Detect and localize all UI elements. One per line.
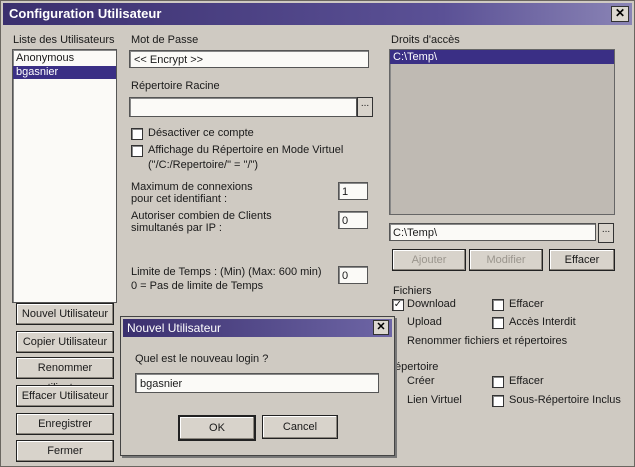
password-field[interactable]: << Encrypt >> xyxy=(129,50,369,68)
close-window-button[interactable]: Fermer xyxy=(16,440,114,462)
disable-account-label: Désactiver ce compte xyxy=(148,127,254,139)
delete-user-button[interactable]: Effacer Utilisateur xyxy=(16,385,114,407)
subdir-checkbox[interactable] xyxy=(492,395,504,407)
root-dir-label: Répertoire Racine xyxy=(131,80,220,92)
clients-per-ip-label: Autoriser combien de Clients simultanés … xyxy=(131,210,272,234)
root-dir-field[interactable] xyxy=(129,97,357,117)
new-user-button[interactable]: Nouvel Utilisateur xyxy=(16,303,114,325)
download-label: Download xyxy=(407,298,456,310)
title-bar: Configuration Utilisateur ✕ xyxy=(3,3,632,25)
files-delete-label: Effacer xyxy=(509,298,544,310)
time-limit-label: Limite de Temps : (Min) (Max: 600 min) 0… xyxy=(131,265,322,293)
max-connections-field[interactable]: 1 xyxy=(338,182,368,200)
files-label: Fichiers xyxy=(393,285,432,297)
upload-label: Upload xyxy=(407,316,442,328)
delete-access-button[interactable]: Effacer xyxy=(549,249,615,271)
clients-per-ip-label-line2: simultanés par IP : xyxy=(131,222,222,234)
new-login-input[interactable]: bgasnier xyxy=(135,373,379,393)
save-button[interactable]: Enregistrer xyxy=(16,413,114,435)
dialog-cancel-button[interactable]: Cancel xyxy=(262,415,338,439)
browse-root-button[interactable]: ... xyxy=(357,97,373,117)
dialog-prompt: Quel est le nouveau login ? xyxy=(135,353,269,365)
virtual-mode-checkbox[interactable] xyxy=(131,145,143,157)
add-access-button[interactable]: Ajouter xyxy=(392,249,466,271)
access-item[interactable]: C:\Temp\ xyxy=(390,50,614,64)
user-item-bgasnier[interactable]: bgasnier xyxy=(13,66,116,79)
dir-delete-label: Effacer xyxy=(509,375,544,387)
clients-per-ip-field[interactable]: 0 xyxy=(338,211,368,229)
rename-user-button[interactable]: Renommer utilisateur xyxy=(16,357,114,394)
virtual-mode-hint: ("/C:/Repertoire/" = "/") xyxy=(148,159,259,171)
copy-user-button[interactable]: Copier Utilisateur xyxy=(16,331,114,353)
time-limit-label-line2: 0 = Pas de limite de Temps xyxy=(131,280,264,292)
dialog-title-bar: Nouvel Utilisateur ✕ xyxy=(123,319,392,337)
max-connections-label: Maximum de connexions pour cet identifia… xyxy=(131,181,253,205)
time-limit-field[interactable]: 0 xyxy=(338,266,368,284)
dir-delete-checkbox[interactable] xyxy=(492,376,504,388)
virtual-mode-label: Affichage du Répertoire en Mode Virtuel xyxy=(148,144,344,156)
disable-account-checkbox[interactable] xyxy=(131,128,143,140)
users-list[interactable]: Anonymous bgasnier xyxy=(12,49,117,303)
browse-access-button[interactable]: ... xyxy=(598,223,614,243)
max-connections-label-line2: pour cet identifiant : xyxy=(131,193,228,205)
access-label: Droits d'accès xyxy=(391,34,460,46)
dialog-ok-button[interactable]: OK xyxy=(178,415,256,441)
access-list[interactable]: C:\Temp\ xyxy=(389,49,615,215)
config-window: Configuration Utilisateur ✕ Liste des Ut… xyxy=(0,0,635,467)
access-path-field[interactable]: C:\Temp\ xyxy=(389,223,596,241)
close-button[interactable]: ✕ xyxy=(611,6,629,22)
window-title: Configuration Utilisateur xyxy=(9,6,162,21)
users-label: Liste des Utilisateurs xyxy=(13,34,115,46)
files-delete-checkbox[interactable] xyxy=(492,299,504,311)
directory-label: épertoire xyxy=(395,361,439,373)
clients-per-ip-label-line1: Autoriser combien de Clients xyxy=(131,210,272,222)
forbidden-label: Accès Interdit xyxy=(509,316,576,328)
time-limit-label-line1: Limite de Temps : (Min) (Max: 600 min) xyxy=(131,266,322,278)
new-user-dialog: Nouvel Utilisateur ✕ Quel est le nouveau… xyxy=(120,316,395,456)
user-item-anonymous[interactable]: Anonymous xyxy=(13,50,116,66)
modify-access-button[interactable]: Modifier xyxy=(469,249,543,271)
download-checkbox[interactable]: ✓ xyxy=(392,299,404,311)
forbidden-checkbox[interactable] xyxy=(492,317,504,329)
rename-files-label: Renommer fichiers et répertoires xyxy=(407,335,568,347)
password-label: Mot de Passe xyxy=(131,34,199,46)
subdir-label: Sous-Répertoire Inclus xyxy=(509,394,621,406)
dialog-close-button[interactable]: ✕ xyxy=(373,320,389,335)
max-connections-label-line1: Maximum de connexions xyxy=(131,181,253,193)
dialog-title: Nouvel Utilisateur xyxy=(127,321,222,335)
virtual-link-label: Lien Virtuel xyxy=(407,394,462,406)
create-dir-label: Créer xyxy=(407,375,435,387)
